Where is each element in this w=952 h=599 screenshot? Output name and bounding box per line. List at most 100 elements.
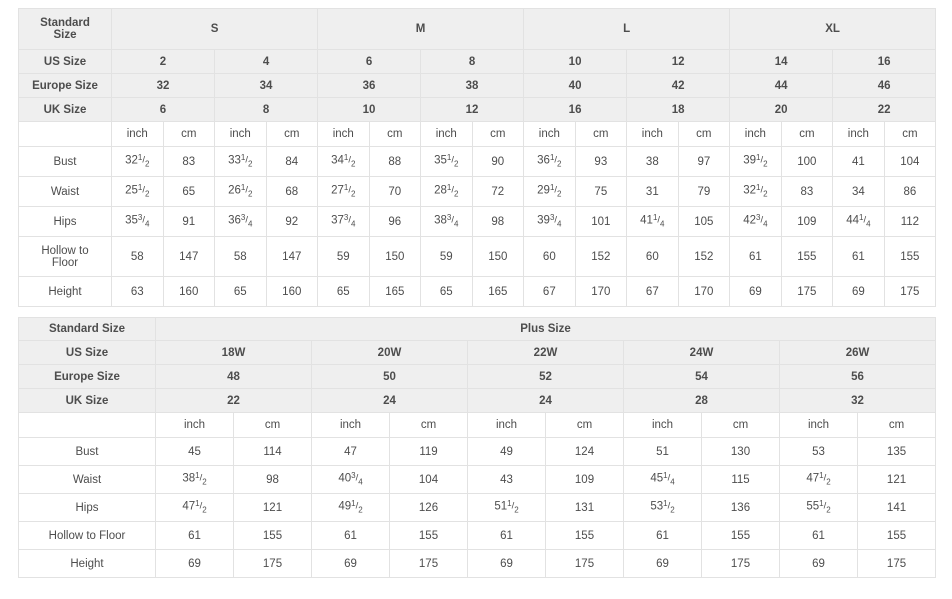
fraction-denominator: 4 — [358, 477, 363, 487]
size-value: 24 — [468, 389, 624, 413]
size-value: 10 — [524, 50, 628, 74]
measure-value: 97 — [678, 147, 731, 177]
measure-label-height: Height — [18, 277, 112, 307]
fraction-value: 471/2 — [182, 499, 207, 515]
measure-value: 101 — [575, 207, 628, 237]
measure-value: 38 — [627, 147, 679, 177]
fraction-value: 393/4 — [537, 213, 562, 229]
measure-value: 90 — [472, 147, 525, 177]
fraction-denominator: 4 — [866, 219, 871, 229]
measure-value: 49 — [468, 438, 546, 466]
size-value: 40 — [524, 74, 628, 98]
measure-value: 393/4 — [524, 207, 576, 237]
unit-header: cm — [858, 413, 937, 438]
measure-value: 155 — [546, 522, 624, 550]
size-value: 28 — [624, 389, 780, 413]
unit-row-corner — [18, 413, 156, 438]
measure-label-hips: Hips — [18, 207, 112, 237]
size-value: 22 — [833, 98, 937, 122]
measure-value: 165 — [369, 277, 422, 307]
measure-value: 109 — [781, 207, 834, 237]
measure-value: 69 — [833, 277, 885, 307]
table-gap — [18, 307, 936, 317]
size-value: 18 — [627, 98, 731, 122]
standard-group-header-row: Standard Size S M L XL — [18, 8, 937, 50]
measure-value: 47 — [312, 438, 390, 466]
size-value: 46 — [833, 74, 937, 98]
measure-value: 175 — [390, 550, 468, 578]
fraction-value: 321/2 — [125, 153, 150, 169]
unit-row-corner — [18, 122, 112, 147]
unit-header: inch — [318, 122, 370, 147]
measure-value: 61 — [730, 237, 782, 277]
measure-value: 391/2 — [730, 147, 782, 177]
row-label-us-size: US Size — [18, 50, 112, 74]
fraction-denominator: 2 — [514, 505, 519, 515]
fraction-denominator: 2 — [557, 159, 562, 169]
fraction-denominator: 2 — [144, 189, 150, 199]
fraction-denominator: 2 — [247, 189, 253, 199]
measure-value: 363/4 — [215, 207, 267, 237]
measure-label-hollow-to-floor: Hollow to Floor — [18, 237, 112, 277]
fraction-value: 261/2 — [228, 183, 253, 199]
measure-value: 361/2 — [524, 147, 576, 177]
measure-label-bust: Bust — [18, 438, 156, 466]
fraction-denominator: 4 — [351, 219, 356, 229]
unit-header: cm — [702, 413, 780, 438]
measure-value: 160 — [266, 277, 319, 307]
fraction-denominator: 2 — [144, 159, 150, 169]
fraction-value: 291/2 — [537, 183, 562, 199]
measure-value: 471/2 — [780, 466, 858, 494]
size-chart-sheet: Standard Size S M L XL US Size 2 4 6 8 10 12 14 16 Euro… — [0, 0, 952, 599]
measure-value: 58 — [112, 237, 164, 277]
measure-value: 150 — [472, 237, 525, 277]
standard-measure-row: Waist 251/2 65 261/2 68 271/2 70 281/2 72 291/2 75… — [18, 177, 937, 207]
row-label-europe-size: Europe Size — [18, 365, 156, 389]
measure-value: 98 — [472, 207, 525, 237]
measure-value: 147 — [266, 237, 319, 277]
measure-label-bust: Bust — [18, 147, 112, 177]
measure-value: 104 — [884, 147, 937, 177]
measure-value: 65 — [215, 277, 267, 307]
measure-value: 61 — [780, 522, 858, 550]
unit-header: inch — [468, 413, 546, 438]
measure-value: 331/2 — [215, 147, 267, 177]
measure-value: 471/2 — [156, 494, 234, 522]
measure-value: 83 — [163, 147, 215, 177]
standard-size-row: US Size 2 4 6 8 10 12 14 16 — [18, 50, 937, 74]
unit-header: inch — [421, 122, 473, 147]
fraction-value: 531/2 — [650, 499, 675, 515]
fraction-value: 321/2 — [743, 183, 768, 199]
measure-value: 114 — [234, 438, 312, 466]
fraction-value: 383/4 — [434, 213, 459, 229]
measure-label-hollow-to-floor: Hollow to Floor — [18, 522, 156, 550]
measure-value: 67 — [524, 277, 576, 307]
measure-value: 251/2 — [112, 177, 164, 207]
fraction-denominator: 2 — [247, 159, 253, 169]
measure-value: 91 — [163, 207, 215, 237]
measure-value: 69 — [468, 550, 546, 578]
unit-header: cm — [546, 413, 624, 438]
standard-size-row: UK Size 6 8 10 12 16 18 20 22 — [18, 98, 937, 122]
measure-value: 511/2 — [468, 494, 546, 522]
unit-header: inch — [312, 413, 390, 438]
measure-value: 61 — [833, 237, 885, 277]
measure-value: 150 — [369, 237, 422, 277]
size-value: 36 — [318, 74, 422, 98]
plus-measure-row: Waist 381/2 98 403/4 104 43 109 451/4 115 471/2 12… — [18, 466, 937, 494]
size-value: 4 — [215, 50, 319, 74]
measure-value: 423/4 — [730, 207, 782, 237]
fraction-value: 271/2 — [331, 183, 356, 199]
standard-size-table: Standard Size S M L XL US Size 2 4 6 8 10 12 14 16 Euro… — [18, 8, 937, 307]
measure-value: 175 — [702, 550, 780, 578]
unit-header: cm — [781, 122, 834, 147]
measure-value: 175 — [858, 550, 937, 578]
unit-header: cm — [390, 413, 468, 438]
measure-value: 281/2 — [421, 177, 473, 207]
unit-header: cm — [575, 122, 628, 147]
size-value: 16 — [524, 98, 628, 122]
measure-value: 31 — [627, 177, 679, 207]
plus-measure-row: Hips 471/2 121 491/2 126 511/2 131 531/2 136 551/… — [18, 494, 937, 522]
measure-value: 321/2 — [730, 177, 782, 207]
measure-value: 126 — [390, 494, 468, 522]
